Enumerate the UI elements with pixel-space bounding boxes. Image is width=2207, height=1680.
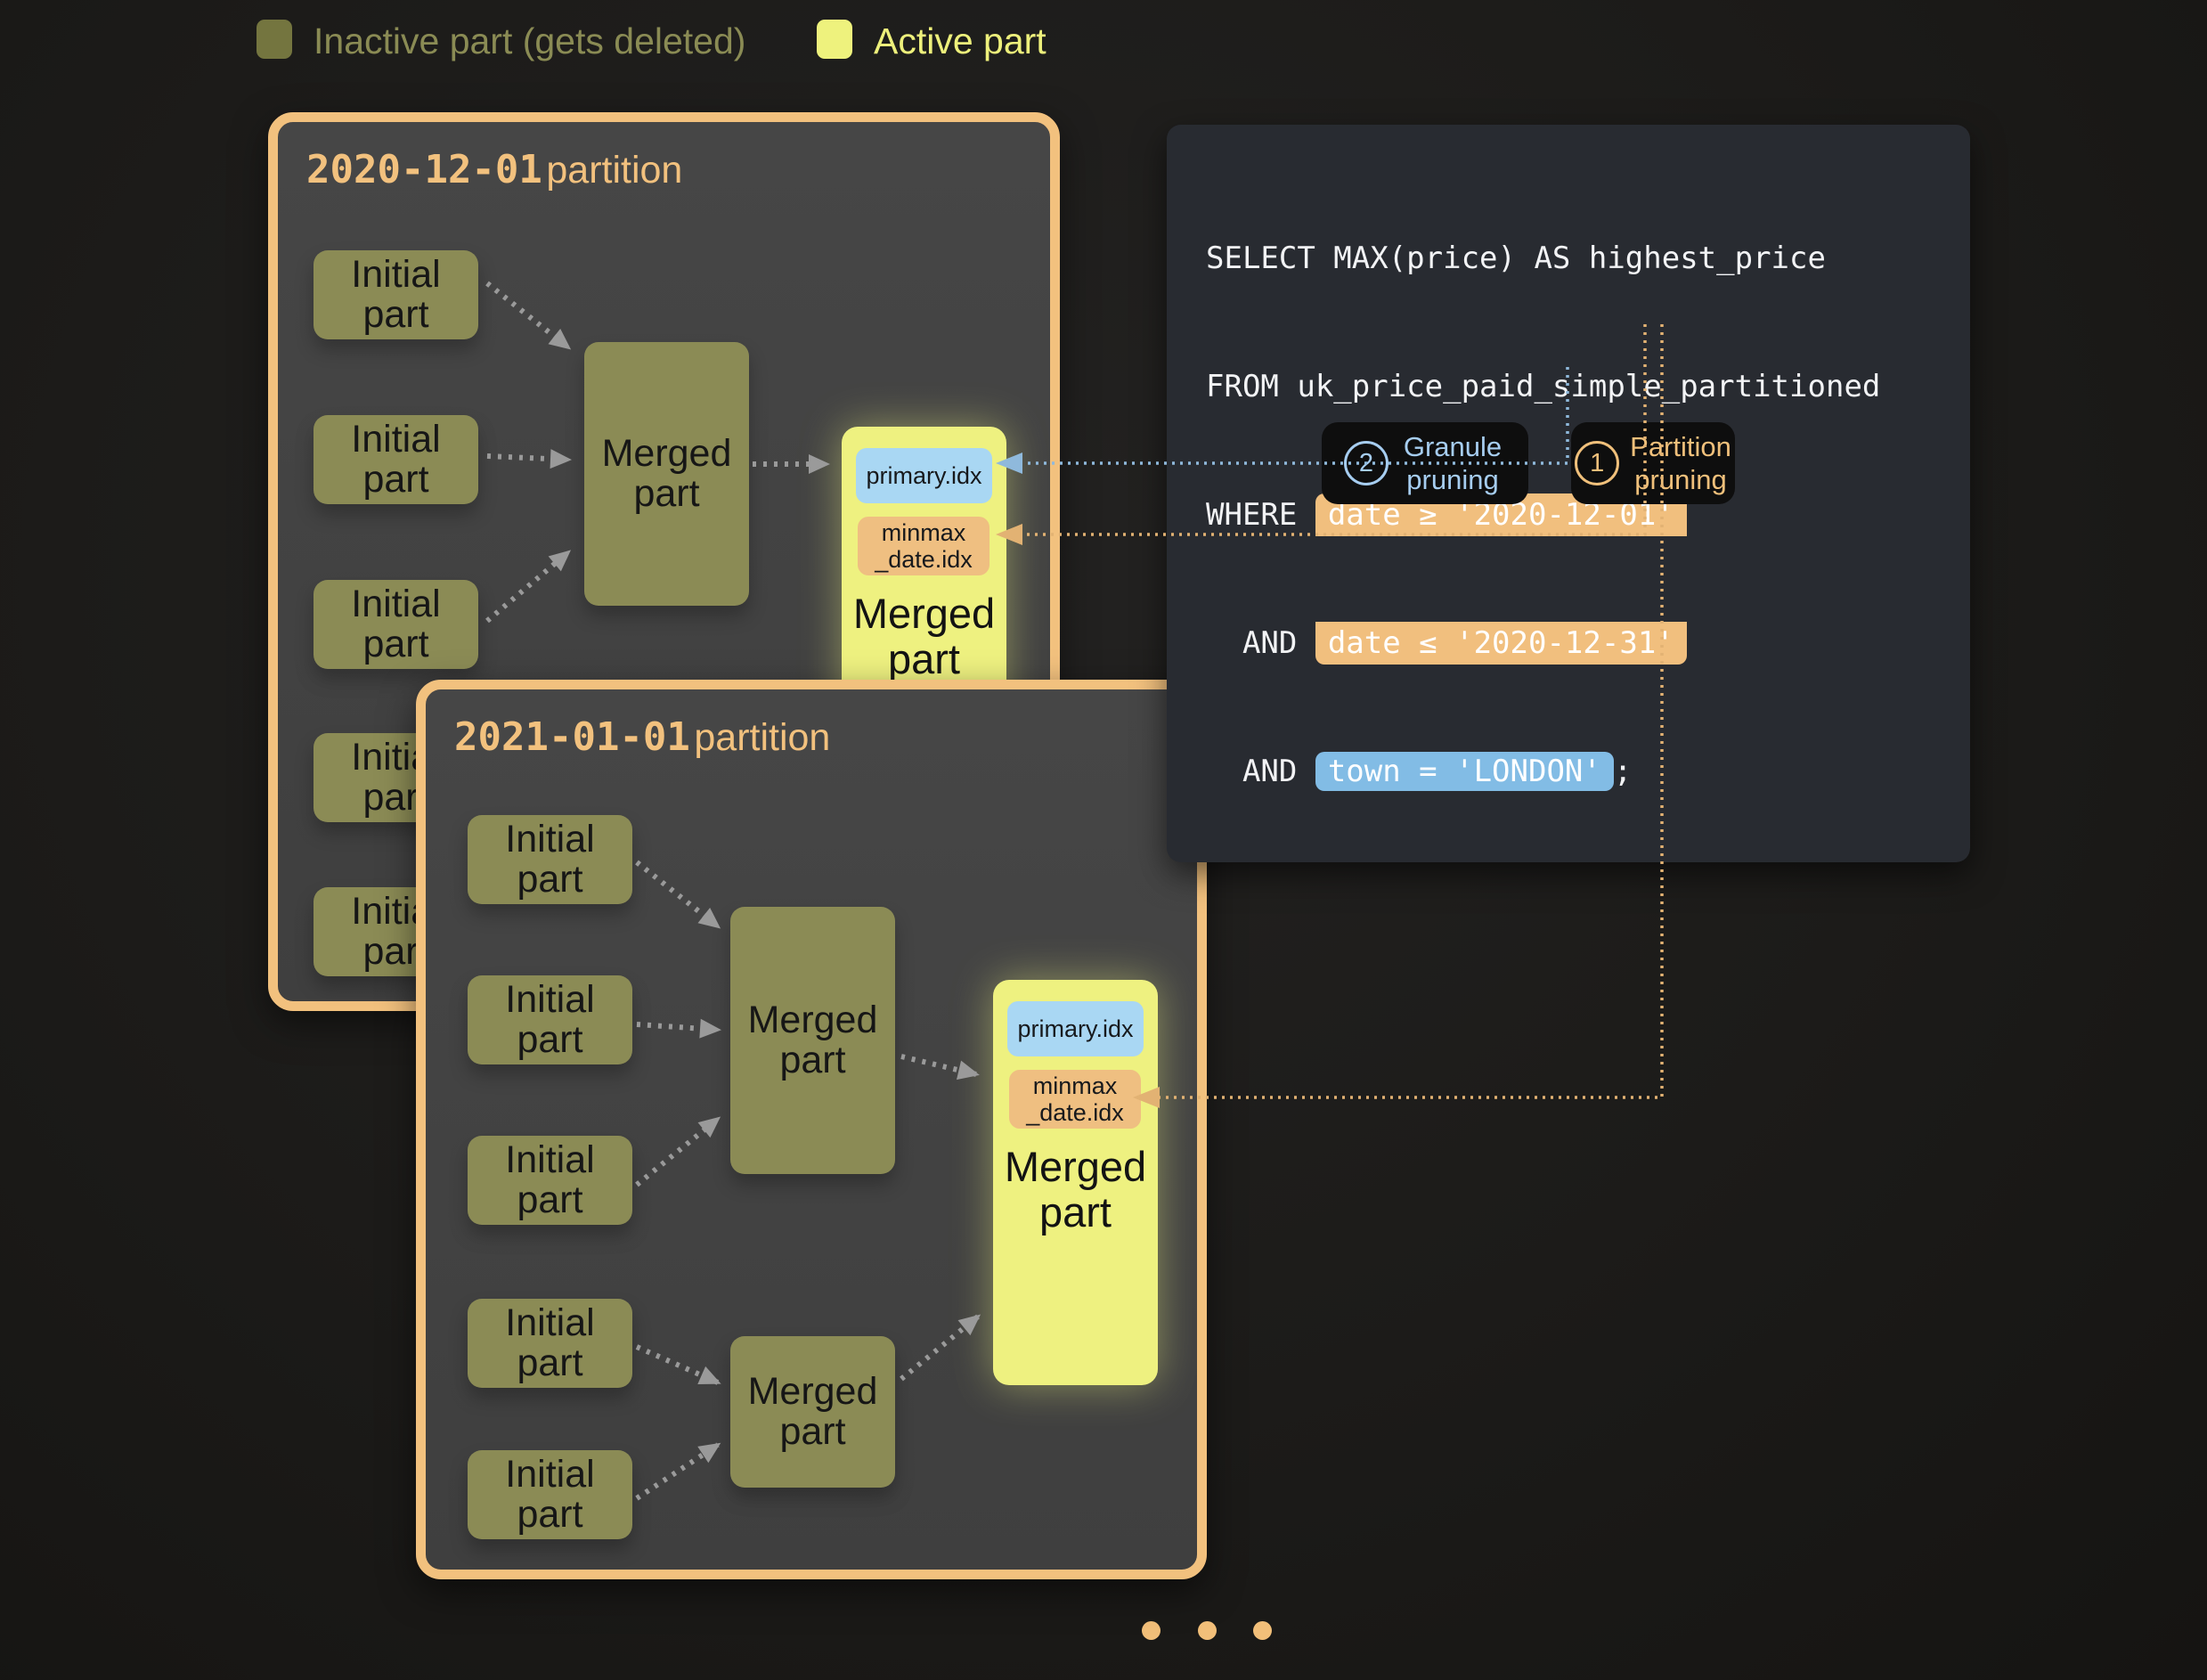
partition-date: 2021-01-01: [454, 714, 690, 760]
initial-part: Initial part: [468, 1299, 632, 1388]
date-upper-bound-highlight: date ≤ '2020-12-31': [1315, 622, 1687, 665]
granule-pruning-callout: 2 Granule pruning: [1322, 422, 1528, 504]
primary-idx-chip: primary.idx: [856, 448, 992, 503]
primary-idx-chip: primary.idx: [1007, 1001, 1144, 1056]
granule-pruning-label: Granule pruning: [1399, 430, 1506, 496]
initial-part: Initial part: [314, 415, 478, 504]
initial-part: Initial part: [314, 250, 478, 339]
carousel-dot[interactable]: [1198, 1621, 1217, 1640]
merged-part-inactive: Merged part: [730, 1336, 895, 1488]
partition-title: 2021-01-01 partition: [454, 714, 830, 760]
merged-part-label: Merged part: [993, 1145, 1158, 1236]
carousel-dot[interactable]: [1253, 1621, 1272, 1640]
minmax-date-idx-chip: minmax _date.idx: [858, 517, 989, 575]
sql-line-and-town: AND town = 'LONDON';: [1206, 750, 1931, 793]
merged-part-active: primary.idx minmax _date.idx Merged part: [993, 980, 1158, 1385]
step-1-badge: 1: [1575, 441, 1619, 485]
sql-query-block: SELECT MAX(price) AS highest_price FROM …: [1167, 125, 1970, 862]
active-part-legend-label: Active part: [874, 21, 1046, 61]
partition-pruning-callout: 1 Partition pruning: [1571, 422, 1735, 504]
inactive-part-swatch: [257, 20, 292, 59]
initial-part: Initial part: [468, 975, 632, 1064]
initial-part: Initial part: [468, 1450, 632, 1539]
sql-line-where: WHERE date ≥ '2020-12-01': [1206, 493, 1931, 536]
inactive-part-legend-label: Inactive part (gets deleted): [314, 21, 745, 61]
merged-part-inactive: Merged part: [730, 907, 895, 1174]
merged-part-inactive: Merged part: [584, 342, 749, 606]
sql-line-select: SELECT MAX(price) AS highest_price: [1206, 237, 1931, 280]
carousel-dot[interactable]: [1142, 1621, 1161, 1640]
town-filter-highlight: town = 'LONDON': [1315, 752, 1614, 791]
partition-2021-01-01: 2021-01-01 partition Initial part Initia…: [416, 680, 1207, 1579]
initial-part: Initial part: [468, 1136, 632, 1225]
sql-line-from: FROM uk_price_paid_simple_partitioned: [1206, 365, 1931, 408]
partition-pruning-label: Partition pruning: [1630, 430, 1731, 496]
step-2-badge: 2: [1344, 441, 1389, 485]
active-part-swatch: [817, 20, 852, 59]
partition-date: 2020-12-01: [306, 147, 542, 192]
merged-part-label: Merged part: [842, 591, 1006, 682]
partition-title: 2020-12-01 partition: [306, 147, 682, 192]
minmax-date-idx-chip: minmax _date.idx: [1009, 1070, 1141, 1129]
sql-line-and-date: AND date ≤ '2020-12-31': [1206, 622, 1931, 665]
initial-part: Initial part: [468, 815, 632, 904]
initial-part: Initial part: [314, 580, 478, 669]
partition-pruning-diagram: { "legend": { "inactive_label": "Inactiv…: [0, 0, 2207, 1680]
